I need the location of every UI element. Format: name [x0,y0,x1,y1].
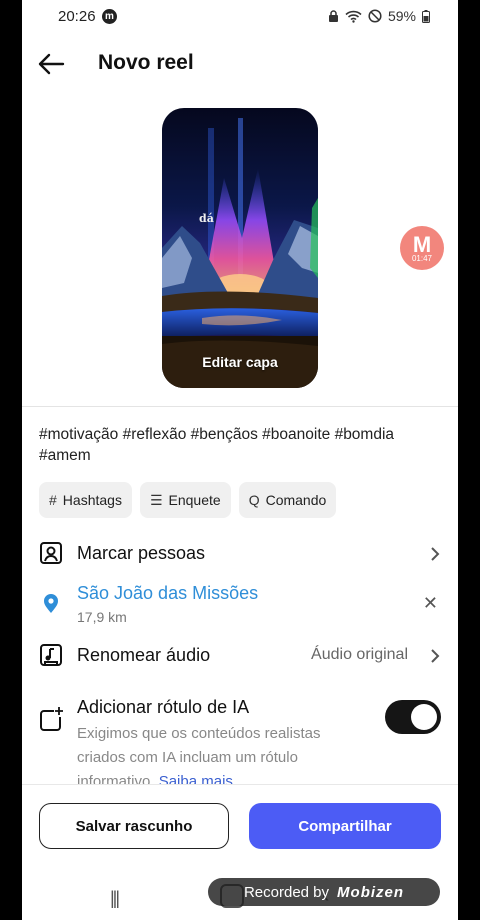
screen: 20:26 m 59% Novo reel dá Editar capa #mo… [22,0,458,920]
poll-icon: ☰ [149,491,163,508]
bottom-action-bar: Salvar rascunho Compartilhar [22,784,458,869]
tag-person-icon [40,542,62,564]
header: Novo reel [22,40,458,88]
divider [22,406,458,407]
hashtags-chip[interactable]: # Hashtags [39,482,132,518]
recorder-time: 01:47 [411,254,433,263]
chevron-right-icon [431,547,440,561]
prompt-chip[interactable]: Q Comando [238,482,337,518]
watermark-text: Recorded by [243,883,330,901]
battery-percent: 59% [387,8,416,24]
rename-audio-row[interactable]: Renomear áudio Áudio original [22,640,458,672]
status-bar: 20:26 m 59% [22,0,458,36]
audio-value: Áudio original [311,646,408,663]
ai-sparkle-icon [40,706,65,731]
battery-icon [422,9,430,23]
remove-location-icon[interactable]: ✕ [423,593,438,614]
location-row[interactable]: São João das Missões 17,9 km ✕ [22,580,458,628]
row-label: Adicionar rótulo de IA [77,697,250,717]
cover-preview[interactable]: dá Editar capa [162,108,318,388]
row-label: Renomear áudio [77,645,211,665]
recording-watermark: Recorded by Mobizen [208,878,440,906]
toggle-knob [411,704,437,730]
cover-overlay-text: dá [199,212,214,225]
location-pin-icon [44,594,58,613]
location-distance: 17,9 km [77,609,127,625]
hashtag-icon: # [49,492,57,508]
status-icons: 59% [328,8,430,24]
chip-label: Enquete [168,492,221,508]
lock-icon [328,9,338,22]
row-label: Marcar pessoas [77,543,206,563]
back-button[interactable] [36,50,66,78]
watermark-logo: Mobizen [337,883,405,901]
save-draft-button[interactable]: Salvar rascunho [39,803,229,849]
mobizen-notification-icon: m [102,9,117,24]
edit-cover-button[interactable]: Editar capa [162,354,318,370]
chevron-right-icon [431,649,440,663]
caption-text[interactable]: #motivação #reflexão #bençãos #boanoite … [39,424,439,466]
recorder-floating-button[interactable]: M 01:47 [400,226,444,270]
cover-image [162,108,318,388]
share-button[interactable]: Compartilhar [249,803,441,849]
wifi-icon [345,10,362,23]
poll-chip[interactable]: ☰ Enquete [139,482,231,518]
page-title: Novo reel [98,51,194,74]
ai-label-toggle[interactable] [385,700,441,734]
recent-apps-icon[interactable]: ||| [110,888,120,909]
caption-tools: # Hashtags ☰ Enquete Q Comando [39,482,337,518]
chip-label: Comando [265,492,327,508]
location-name: São João das Missões [77,583,259,603]
chip-label: Hashtags [62,492,122,508]
speech-bubble-icon: Q [248,492,260,508]
do-not-disturb-icon [368,9,382,23]
status-time: 20:26 [58,8,96,25]
arrow-left-icon [38,53,65,75]
tag-people-row[interactable]: Marcar pessoas [22,538,458,570]
audio-file-icon [40,644,62,666]
